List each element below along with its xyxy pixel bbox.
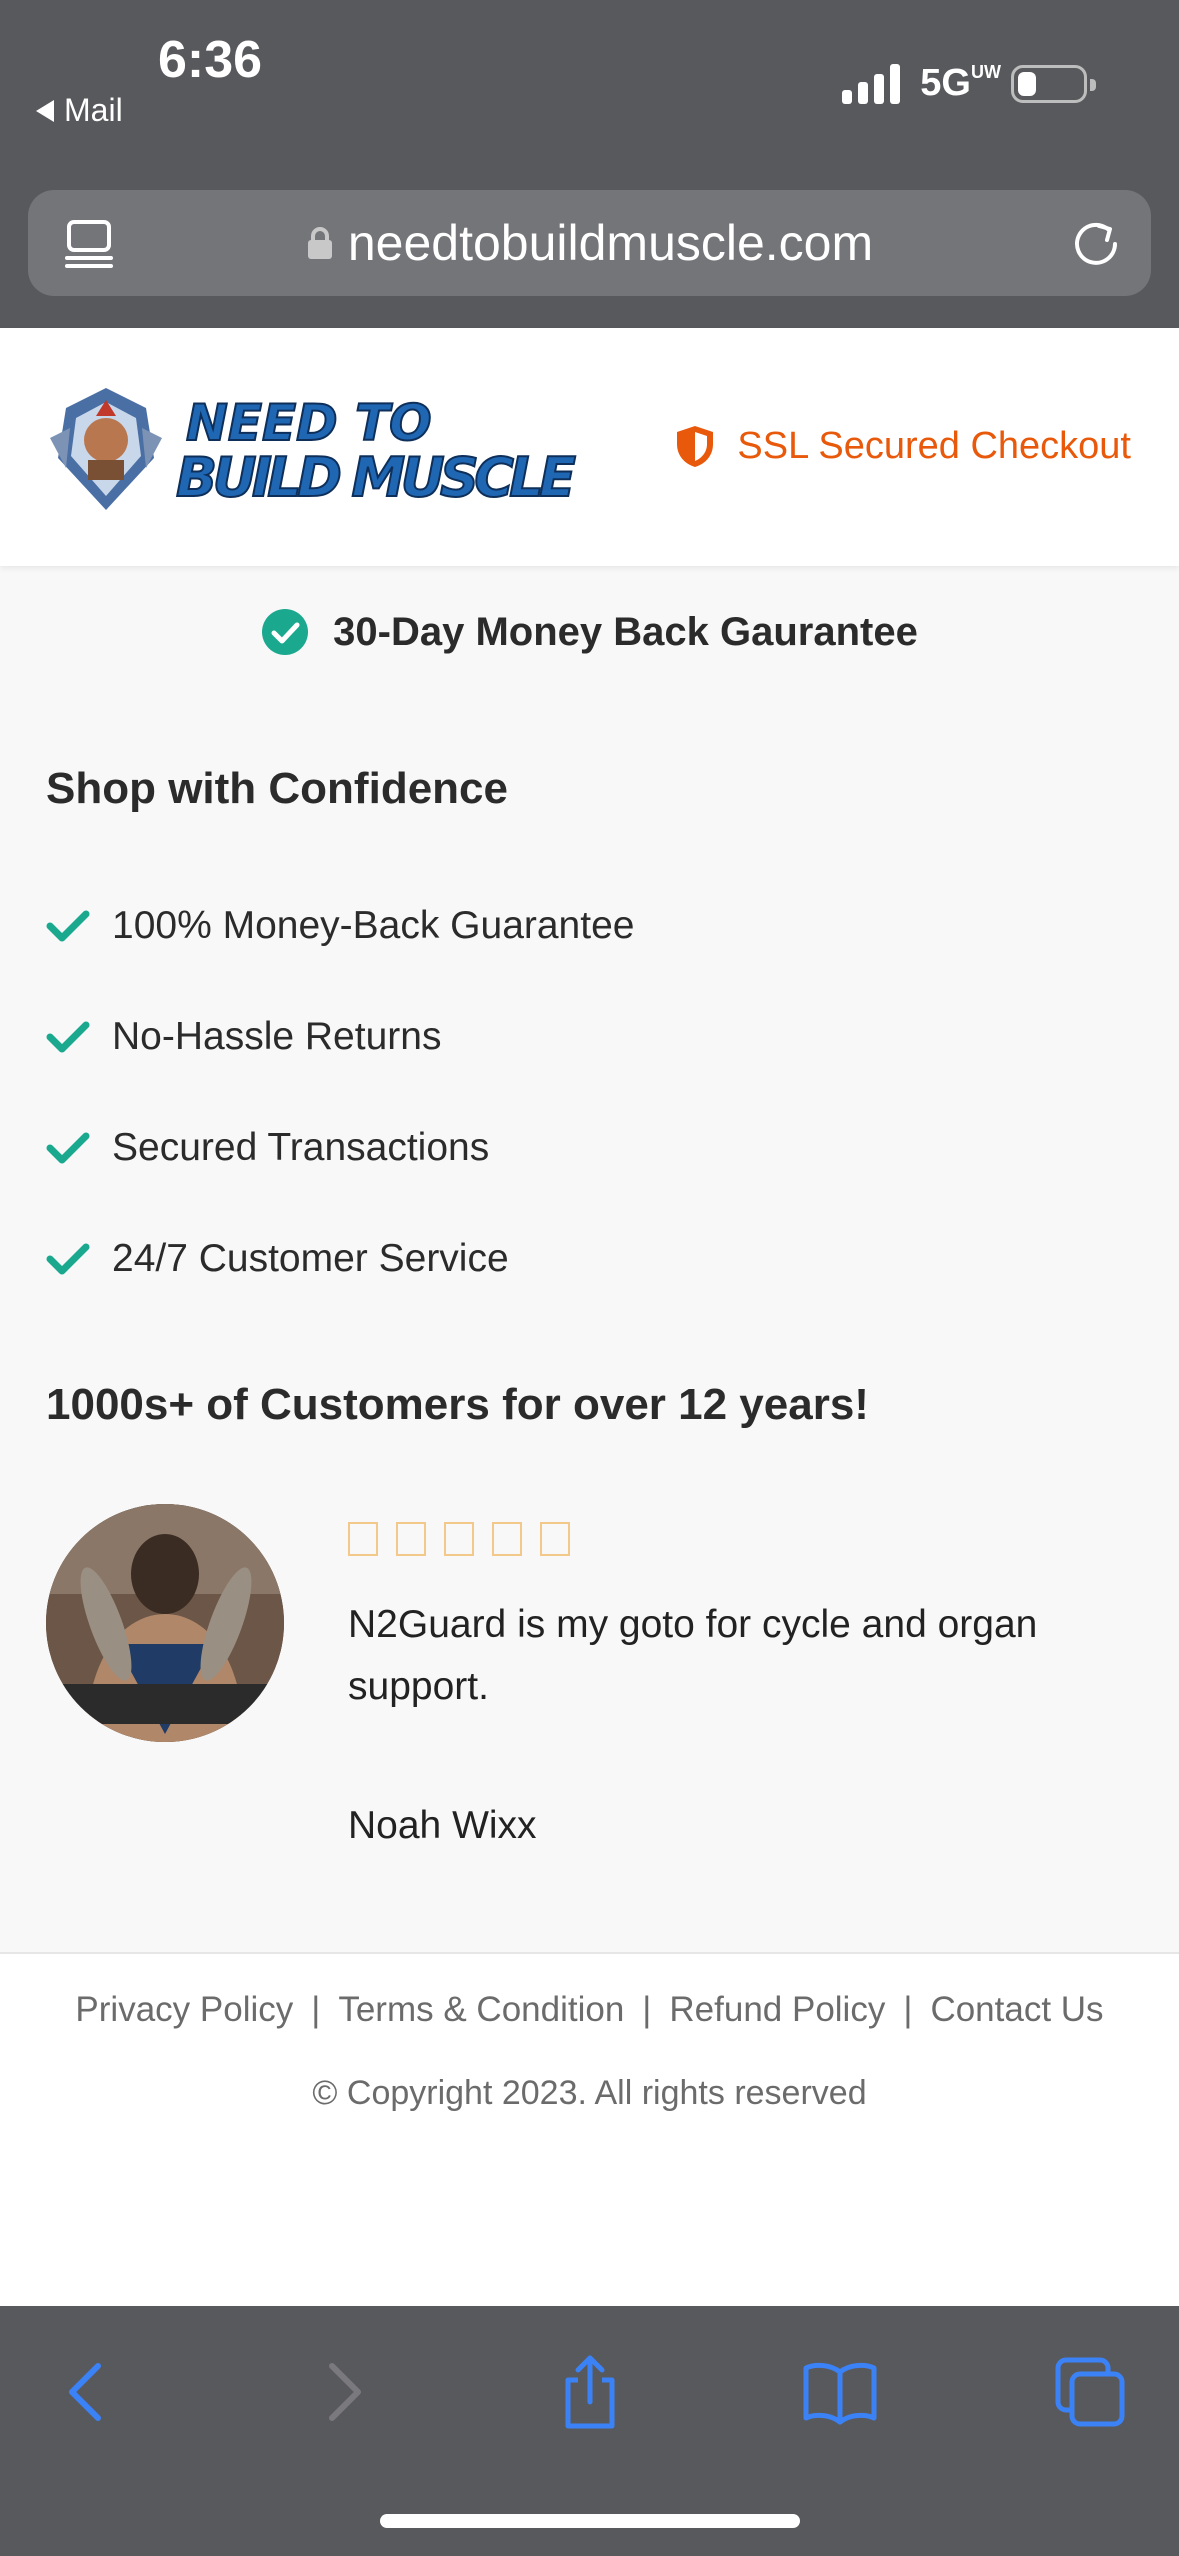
footer-separator: | (903, 1990, 913, 2029)
back-app-label: Mail (64, 92, 123, 128)
testimonials-heading: 1000s+ of Customers for over 12 years! (46, 1380, 869, 1429)
star-icon (444, 1522, 474, 1556)
reload-icon[interactable] (1069, 216, 1123, 270)
list-item: No-Hassle Returns (46, 981, 634, 1092)
footer-separator: | (642, 1990, 652, 2029)
ssl-label: SSL Secured Checkout (737, 424, 1131, 467)
check-circle-icon (262, 609, 309, 655)
avatar (46, 1504, 284, 1742)
url-text: needtobuildmuscle.com (347, 215, 874, 271)
list-item: 100% Money-Back Guarantee (46, 870, 634, 981)
star-icon (348, 1522, 378, 1556)
copyright-text: © Copyright 2023. All rights reserved (312, 2074, 867, 2112)
rating-stars (348, 1522, 570, 1556)
list-item: Secured Transactions (46, 1092, 634, 1203)
list-item-label: 100% Money-Back Guarantee (112, 903, 635, 947)
svg-text:NEED TO: NEED TO (186, 394, 432, 452)
svg-text:BUILD MUSCLE: BUILD MUSCLE (176, 446, 576, 509)
site-header: NEED TO BUILD MUSCLE SSL Secured Checkou… (0, 328, 1179, 566)
battery-icon (1011, 64, 1096, 103)
site-footer: Privacy Policy | Terms & Condition | Ref… (0, 1952, 1179, 2306)
footer-links: Privacy Policy | Terms & Condition | Ref… (0, 1990, 1179, 2030)
share-icon[interactable] (550, 2352, 630, 2432)
chevron-left-icon[interactable] (48, 2352, 128, 2432)
checkmark-icon (46, 1243, 90, 1274)
network-label: 5GUW (920, 62, 1001, 104)
contact-us-link[interactable]: Contact Us (930, 1990, 1103, 2030)
list-item-label: No-Hassle Returns (112, 1014, 442, 1058)
list-item-label: Secured Transactions (112, 1125, 490, 1169)
back-to-app-button[interactable]: Mail (36, 92, 123, 129)
home-indicator[interactable] (380, 2514, 800, 2528)
back-triangle-icon (36, 99, 54, 122)
signal-icon (842, 63, 901, 104)
privacy-policy-link[interactable]: Privacy Policy (75, 1990, 293, 2030)
site-logo[interactable]: NEED TO BUILD MUSCLE (46, 378, 586, 518)
star-icon (540, 1522, 570, 1556)
checkmark-icon (46, 910, 90, 941)
confidence-heading: Shop with Confidence (46, 764, 508, 813)
browser-top-chrome: 6:36 Mail 5GUW needtobuildmuscle.com (0, 0, 1179, 328)
checkmark-icon (46, 1021, 90, 1052)
footer-separator: | (311, 1990, 321, 2029)
shield-icon (677, 426, 714, 467)
money-back-label: 30-Day Money Back Gaurantee (333, 609, 918, 654)
lock-icon (307, 227, 332, 259)
list-item-label: 24/7 Customer Service (112, 1236, 509, 1280)
list-item: 24/7 Customer Service (46, 1203, 634, 1314)
book-icon[interactable] (800, 2352, 880, 2432)
terms-link[interactable]: Terms & Condition (338, 1990, 624, 2030)
refund-policy-link[interactable]: Refund Policy (669, 1990, 885, 2030)
logo-emblem-icon (50, 388, 162, 510)
chevron-right-icon[interactable] (302, 2352, 382, 2432)
star-icon (396, 1522, 426, 1556)
tabs-icon[interactable] (1050, 2352, 1130, 2432)
review-text: N2Guard is my goto for cycle and organ s… (348, 1603, 1038, 1708)
review-author: Noah Wixx (348, 1804, 537, 1847)
checkmark-icon (46, 1132, 90, 1163)
ssl-badge: SSL Secured Checkout (675, 424, 1131, 468)
status-time: 6:36 (158, 31, 263, 89)
logo-wordmark: NEED TO BUILD MUSCLE (175, 393, 577, 510)
star-icon (492, 1522, 522, 1556)
confidence-list: 100% Money-Back Guarantee No-Hassle Retu… (46, 870, 634, 1314)
address-bar[interactable]: needtobuildmuscle.com (28, 190, 1151, 296)
money-back-banner: 30-Day Money Back Gaurantee (0, 608, 1179, 656)
status-indicators: 5GUW (842, 62, 1096, 105)
